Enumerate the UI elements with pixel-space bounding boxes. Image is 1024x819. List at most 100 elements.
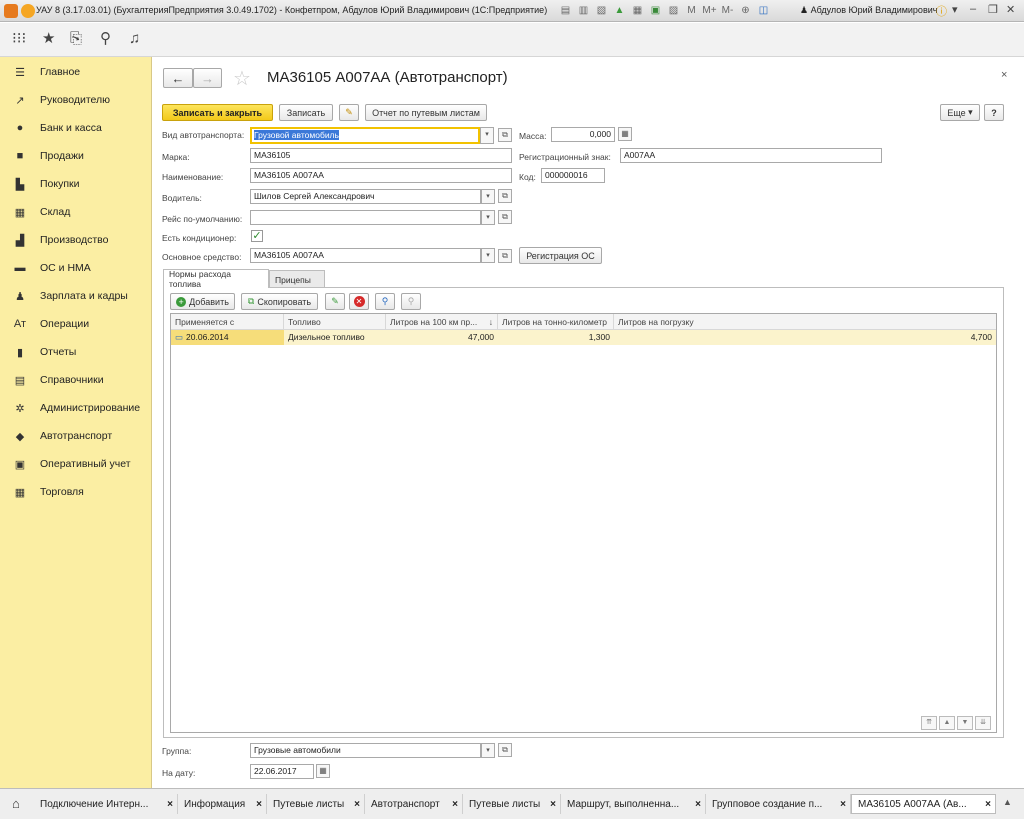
- window-tab-current[interactable]: МА36105 А007АА (Ав... ×: [851, 794, 996, 814]
- sidebar-item-assets[interactable]: ▬ ОС и НМА: [0, 254, 152, 282]
- sidebar-item-warehouse[interactable]: ▦ Склад: [0, 198, 152, 226]
- sidebar-item-manager[interactable]: ↗ Руководителю: [0, 86, 152, 114]
- close-tab-icon[interactable]: ×: [840, 799, 846, 810]
- vehicle-type-dropdown[interactable]: ▾: [480, 127, 494, 144]
- os-registration-button[interactable]: Регистрация ОС: [519, 247, 602, 264]
- cell-date[interactable]: ▭ 20.06.2014: [171, 330, 284, 345]
- sidebar-item-reports[interactable]: ▮ Отчеты: [0, 338, 152, 366]
- find-button[interactable]: ⚲: [375, 293, 395, 310]
- default-route-open-button[interactable]: ⧉: [498, 210, 512, 224]
- cell-per-tkm[interactable]: 1,300: [498, 330, 614, 345]
- default-route-dropdown[interactable]: ▾: [481, 210, 495, 225]
- column-header-per-tkm[interactable]: Литров на тонно-километр: [498, 314, 614, 330]
- zoom-icon[interactable]: ⊕: [738, 3, 753, 18]
- asset-input[interactable]: МА36105 А007АА: [250, 248, 481, 263]
- copy-button[interactable]: ⧉ Скопировать: [241, 293, 318, 310]
- window-tab-vehicles[interactable]: Автотранспорт ×: [365, 794, 463, 814]
- close-window-icon[interactable]: ✕: [1006, 3, 1015, 16]
- sidebar-item-administration[interactable]: ✲ Администрирование: [0, 394, 152, 422]
- close-tab-icon[interactable]: ×: [550, 799, 556, 810]
- driver-dropdown[interactable]: ▾: [481, 189, 495, 204]
- date-picker-button[interactable]: ▦: [316, 764, 330, 778]
- group-dropdown[interactable]: ▾: [481, 743, 495, 758]
- close-tab-icon[interactable]: ×: [256, 799, 262, 810]
- memory-minus-icon[interactable]: M-: [720, 3, 735, 18]
- info-icon[interactable]: ⓘ: [936, 3, 947, 19]
- minimize-icon[interactable]: –: [970, 3, 976, 15]
- window-tab-route[interactable]: Маршрут, выполненна... ×: [561, 794, 706, 814]
- back-button[interactable]: ←: [163, 68, 193, 88]
- close-tab-icon[interactable]: ×: [985, 799, 991, 810]
- window-tab-group-create[interactable]: Групповое создание п... ×: [706, 794, 851, 814]
- sidebar-item-main[interactable]: ☰ Главное: [0, 58, 152, 86]
- delete-row-button[interactable]: ✕: [349, 293, 369, 310]
- sidebar-item-bank[interactable]: ● Банк и касса: [0, 114, 152, 142]
- save-icon[interactable]: ▤: [558, 3, 573, 18]
- help-button[interactable]: ?: [984, 104, 1004, 121]
- add-button[interactable]: + Добавить: [170, 293, 235, 310]
- sidebar-item-purchases[interactable]: ▙ Покупки: [0, 170, 152, 198]
- cell-per100[interactable]: 47,000: [386, 330, 498, 345]
- sidebar-item-operational[interactable]: ▣ Оперативный учет: [0, 450, 152, 478]
- current-user[interactable]: ♟ Абдулов Юрий Владимирович: [800, 5, 937, 16]
- asset-dropdown[interactable]: ▾: [481, 248, 495, 263]
- sidebar-item-vehicles[interactable]: ◆ Автотранспорт: [0, 422, 152, 450]
- name-input[interactable]: МА36105 А007АА: [250, 168, 512, 183]
- dropdown-icon[interactable]: ▾: [952, 3, 958, 16]
- table-row[interactable]: ▭ 20.06.2014 Дизельное топливо 47,000 1,3…: [171, 330, 996, 345]
- window-tab-waybills[interactable]: Путевые листы ×: [267, 794, 365, 814]
- edit-key-button[interactable]: ✎: [339, 104, 359, 121]
- clipboard-icon[interactable]: ▦: [630, 3, 645, 18]
- app-logo-icon[interactable]: [4, 4, 18, 18]
- default-route-input[interactable]: [250, 210, 481, 225]
- close-tab-icon[interactable]: ×: [695, 799, 701, 810]
- favorites-star-icon[interactable]: ★: [42, 31, 55, 47]
- close-tab-icon[interactable]: ×: [354, 799, 360, 810]
- column-header-per100[interactable]: Литров на 100 км пр... ↓: [386, 314, 498, 330]
- sidebar-item-catalogs[interactable]: ▤ Справочники: [0, 366, 152, 394]
- group-input[interactable]: Грузовые автомобили: [250, 743, 481, 758]
- calculator-icon[interactable]: ▣: [648, 3, 663, 18]
- history-icon[interactable]: ⎘: [70, 31, 82, 47]
- driver-open-button[interactable]: ⧉: [498, 189, 512, 203]
- cell-fuel[interactable]: Дизельное топливо: [284, 330, 386, 345]
- code-input[interactable]: 000000016: [541, 168, 605, 183]
- forward-button[interactable]: →: [193, 68, 222, 88]
- sidebar-item-trade[interactable]: ▦ Торговля: [0, 478, 152, 506]
- cancel-search-button[interactable]: ⚲: [401, 293, 421, 310]
- report-button[interactable]: Отчет по путевым листам: [365, 104, 487, 121]
- more-button[interactable]: Еще ▾: [940, 104, 980, 121]
- notification-bell-icon[interactable]: ♫: [129, 31, 140, 47]
- reg-number-input[interactable]: А007АА: [620, 148, 882, 163]
- memory-plus-icon[interactable]: M+: [702, 3, 717, 18]
- close-tab-icon[interactable]: ×: [167, 799, 173, 810]
- save-close-button[interactable]: Записать и закрыть: [162, 104, 273, 121]
- edit-row-button[interactable]: ✎: [325, 293, 345, 310]
- memory-m-icon[interactable]: M: [684, 3, 699, 18]
- sidebar-item-production[interactable]: ▟ Производство: [0, 226, 152, 254]
- tabs-scroll-up-icon[interactable]: ▲: [1003, 797, 1012, 807]
- main-menu-icon[interactable]: [21, 4, 35, 18]
- brand-input[interactable]: МА36105: [250, 148, 512, 163]
- date-input[interactable]: 22.06.2017: [250, 764, 314, 779]
- vehicle-type-open-button[interactable]: ⧉: [498, 128, 512, 142]
- close-tab-icon[interactable]: ×: [452, 799, 458, 810]
- column-header-per-load[interactable]: Литров на погрузку: [614, 314, 996, 330]
- group-open-button[interactable]: ⧉: [498, 743, 512, 757]
- window-tab-info[interactable]: Информация ×: [178, 794, 267, 814]
- column-header-date[interactable]: Применяется с: [171, 314, 284, 330]
- mass-calculator-button[interactable]: ▦: [618, 127, 632, 141]
- scroll-bottom-icon[interactable]: ⇊: [975, 716, 991, 730]
- scroll-up-icon[interactable]: ▲: [939, 716, 955, 730]
- mass-input[interactable]: 0,000: [551, 127, 615, 142]
- window-tab-waybills-2[interactable]: Путевые листы ×: [463, 794, 561, 814]
- save-button[interactable]: Записать: [279, 104, 333, 121]
- tab-trailers[interactable]: Прицепы: [269, 270, 325, 288]
- search-icon[interactable]: ⚲: [100, 31, 111, 47]
- scroll-down-icon[interactable]: ▼: [957, 716, 973, 730]
- calendar-icon[interactable]: ▨: [666, 3, 681, 18]
- vehicle-type-input[interactable]: Грузовой автомобиль: [250, 127, 480, 144]
- column-header-fuel[interactable]: Топливо: [284, 314, 386, 330]
- sidebar-item-operations[interactable]: Ат Операции: [0, 310, 152, 338]
- cell-per-load[interactable]: 4,700: [614, 330, 996, 345]
